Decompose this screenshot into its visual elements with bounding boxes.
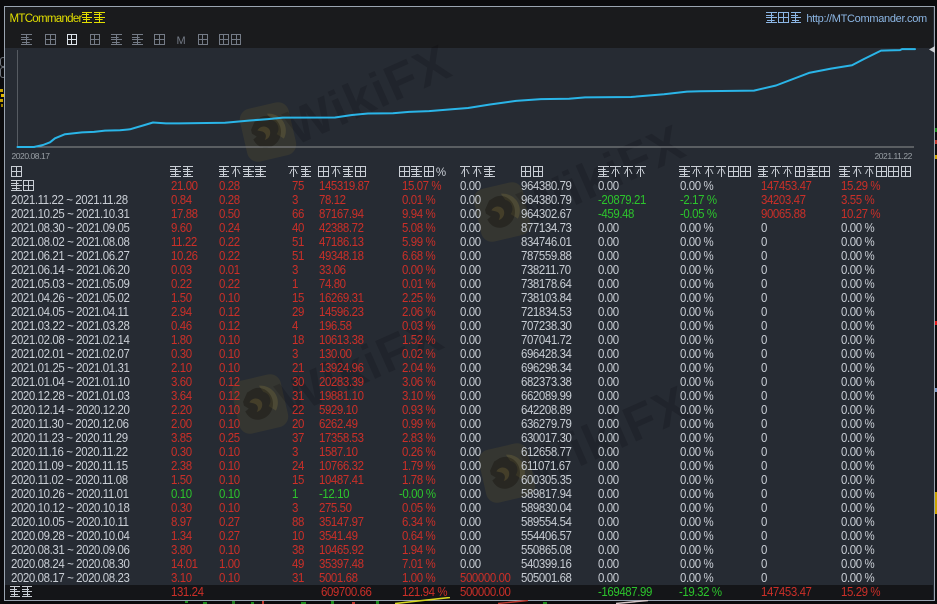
svg-text:WikiFX: WikiFX [277, 34, 460, 156]
